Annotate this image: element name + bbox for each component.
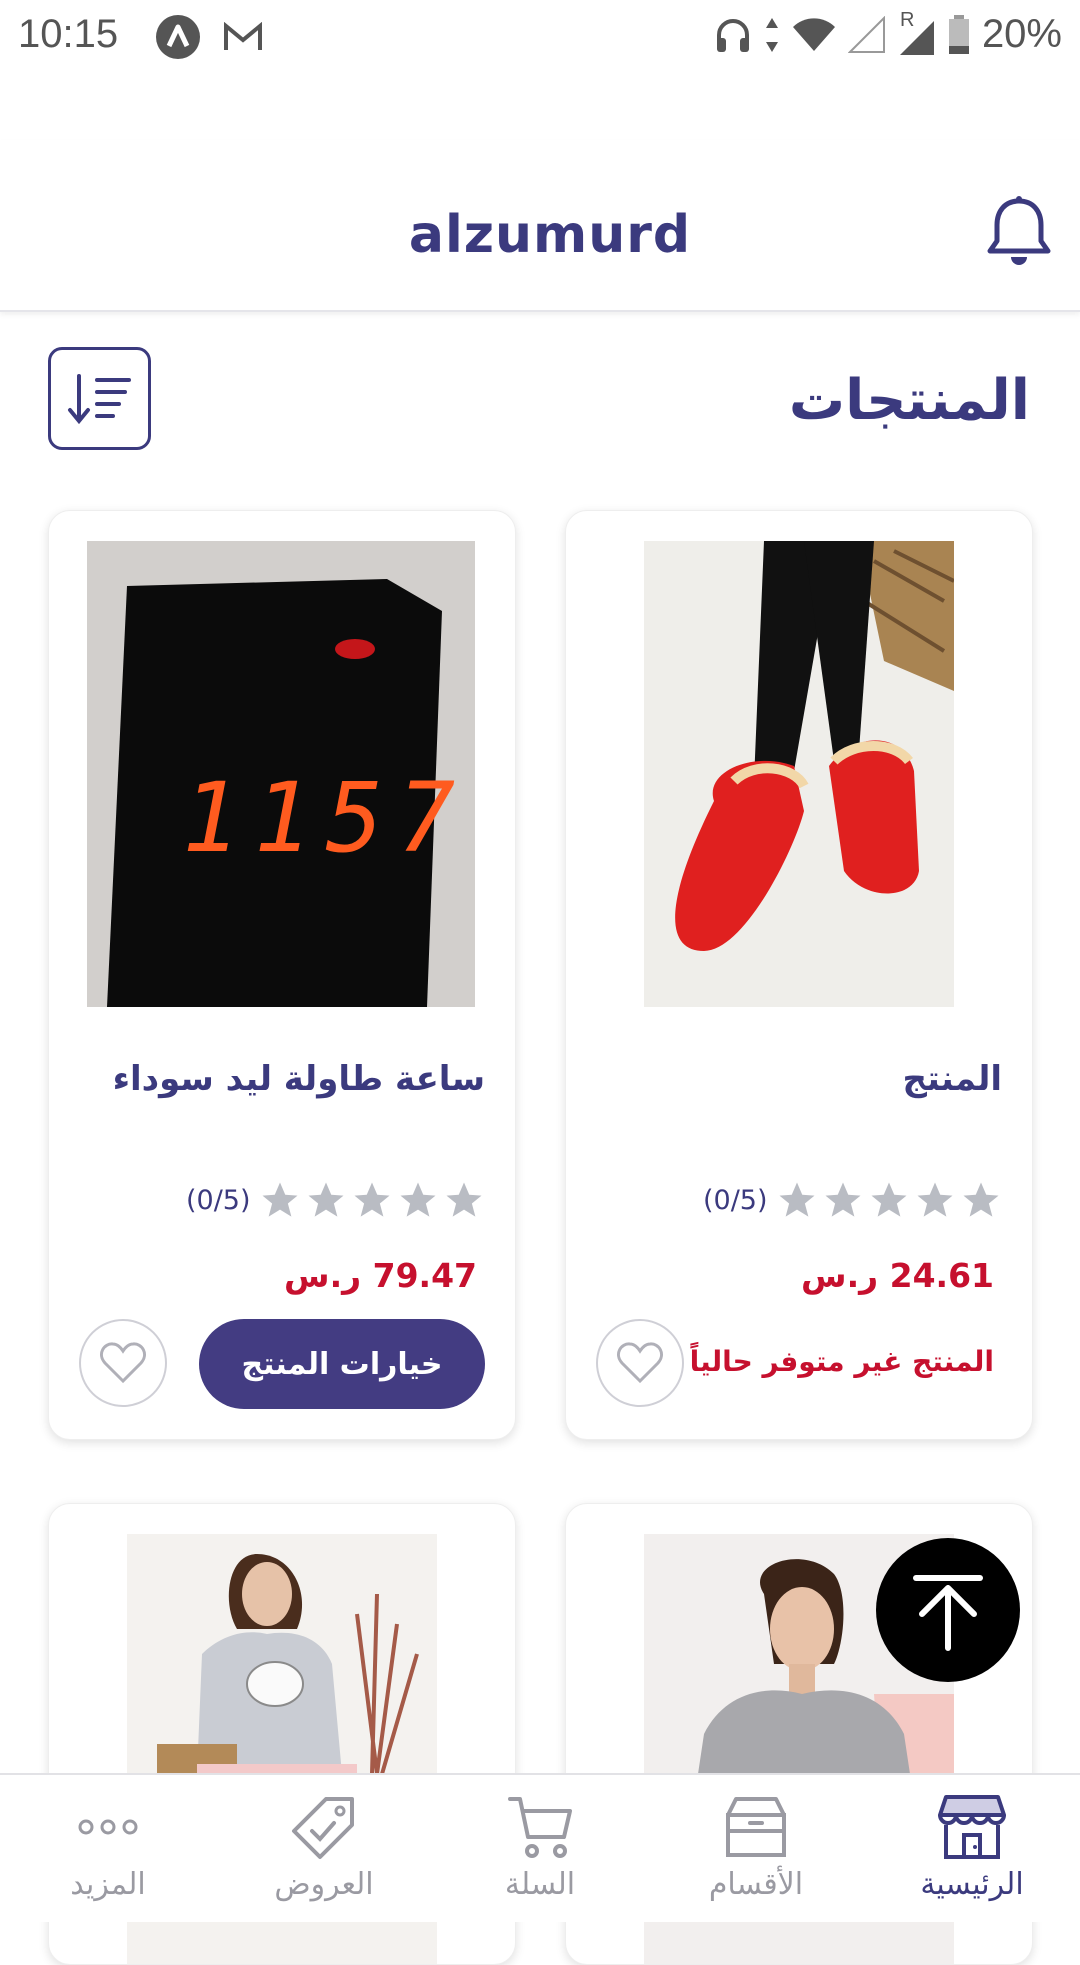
heart-icon [100, 1342, 146, 1384]
wishlist-button[interactable] [596, 1319, 684, 1407]
star-icon [308, 1182, 344, 1217]
red-slippers-photo [644, 541, 954, 1007]
signal-icon [847, 15, 885, 53]
headphones-icon [716, 18, 749, 52]
box-icon [726, 1797, 786, 1857]
star-icon [446, 1182, 482, 1217]
sort-descending-icon [67, 373, 131, 424]
a-icon [156, 15, 200, 59]
rating-text: (0/5) [186, 1185, 251, 1216]
roaming-signal-icon [899, 20, 934, 55]
clock-digits: 1157 [182, 762, 469, 874]
product-price: 79.47 ر.س [284, 1256, 477, 1295]
star-icon [825, 1182, 861, 1217]
nav-item-categories[interactable]: الأقسام [648, 1775, 864, 1922]
wifi-icon [792, 17, 835, 51]
arrow-up-icon [913, 1575, 983, 1651]
product-card[interactable]: المنتج (0/5) 24.61 ر.س المنتج غير متوفر … [565, 510, 1033, 1440]
nav-label: السلة [504, 1867, 576, 1902]
nav-item-offers[interactable]: العروض [216, 1775, 432, 1922]
more-dots-icon [78, 1819, 138, 1835]
nav-label: الأقسام [708, 1867, 804, 1902]
nav-item-more[interactable]: المزيد [0, 1775, 216, 1922]
star-icon [400, 1182, 436, 1217]
bell-icon[interactable] [986, 195, 1052, 270]
app-title: alzumurd [408, 205, 692, 265]
nav-label: الرئيسية [920, 1867, 1024, 1902]
star-icon [354, 1182, 390, 1217]
product-price: 24.61 ر.س [801, 1256, 994, 1295]
nav-item-cart[interactable]: السلة [432, 1775, 648, 1922]
rating-stars [259, 1179, 485, 1221]
star-icon [871, 1182, 907, 1217]
bottom-navigation: الرئيسية الأقسام السلة العروض المزيد [0, 1773, 1080, 1922]
battery-icon [948, 14, 969, 54]
star-icon [779, 1182, 815, 1217]
black-led-cube-clock-photo: 1157 [87, 541, 475, 1007]
cart-icon [508, 1797, 572, 1858]
sort-button[interactable] [48, 347, 151, 450]
product-options-button[interactable]: خيارات المنتج [199, 1319, 485, 1409]
status-bar: 10:15 R 20% [0, 0, 1080, 75]
section-title: المنتجات [788, 368, 1030, 433]
data-arrows-icon [765, 17, 778, 52]
product-card[interactable]: 1157 ساعة طاولة ليد سوداء (0/5) 79.47 ر.… [48, 510, 516, 1440]
app-header: alzumurd [0, 140, 1080, 312]
nav-item-home[interactable]: الرئيسية [864, 1775, 1080, 1922]
star-icon [963, 1182, 999, 1217]
star-icon [917, 1182, 953, 1217]
star-icon [262, 1182, 298, 1217]
status-time: 10:15 [18, 12, 119, 56]
rating-text: (0/5) [703, 1185, 768, 1216]
wishlist-button[interactable] [79, 1319, 167, 1407]
nav-label: العروض [274, 1867, 374, 1902]
product-name[interactable]: ساعة طاولة ليد سوداء [113, 1059, 485, 1099]
gmail-icon [224, 22, 262, 50]
tag-icon [292, 1797, 354, 1859]
scroll-to-top-button[interactable] [876, 1538, 1020, 1682]
nav-label: المزيد [70, 1867, 146, 1902]
rating-stars [776, 1179, 1002, 1221]
product-name[interactable]: المنتج [903, 1059, 1002, 1099]
battery-percent: 20% [981, 12, 1062, 56]
store-icon [938, 1795, 1006, 1859]
heart-icon [617, 1342, 663, 1384]
unavailable-label: المنتج غير متوفر حالياً [689, 1345, 994, 1378]
